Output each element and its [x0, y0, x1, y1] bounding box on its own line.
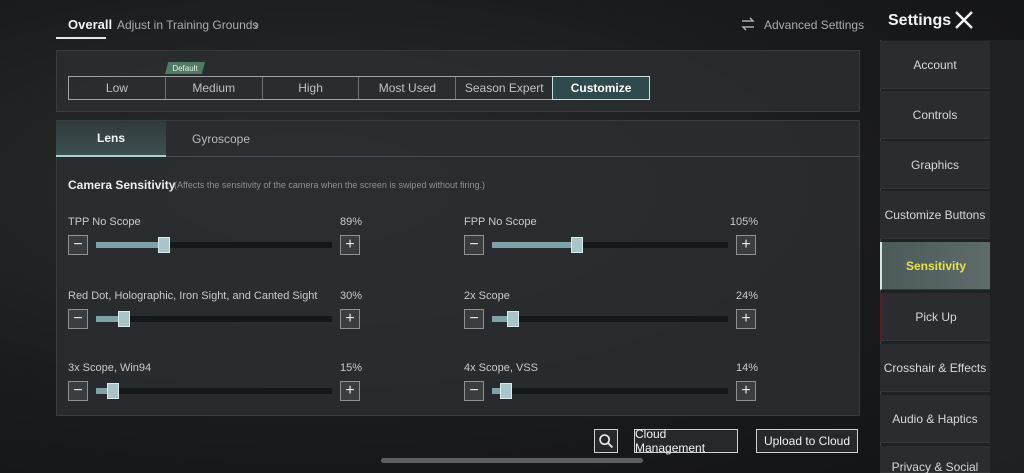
slider-value: 89%: [339, 216, 362, 228]
slider-tpp-no-scope: TPP No Scope 89% − +: [68, 216, 362, 262]
tab-overall-underline: [56, 37, 106, 39]
chevron-right-icon[interactable]: ›: [254, 16, 259, 33]
preset-low[interactable]: Low: [69, 77, 166, 99]
sidebar-item-privacy-social[interactable]: Privacy & Social: [880, 446, 990, 473]
slider-track[interactable]: [492, 383, 728, 399]
settings-title: Settings: [888, 12, 952, 29]
home-indicator: [381, 458, 643, 463]
slider-label: Red Dot, Holographic, Iron Sight, and Ca…: [68, 290, 318, 302]
slider-track[interactable]: [96, 311, 332, 327]
close-icon[interactable]: [953, 9, 975, 31]
increase-button[interactable]: +: [736, 381, 756, 401]
swap-arrows-icon[interactable]: [740, 17, 756, 31]
slider-fpp-no-scope: FPP No Scope 105% − +: [464, 216, 758, 262]
increase-button[interactable]: +: [340, 381, 360, 401]
subtab-lens[interactable]: Lens: [56, 121, 166, 157]
slider-value: 105%: [729, 216, 758, 228]
decrease-button[interactable]: −: [68, 309, 88, 329]
preset-customize[interactable]: Customize: [552, 76, 650, 100]
sidebar-item-graphics[interactable]: Graphics: [880, 141, 990, 189]
slider-thumb[interactable]: [106, 383, 119, 399]
sidebar-item-controls[interactable]: Controls: [880, 91, 990, 139]
decrease-button[interactable]: −: [464, 309, 484, 329]
slider-fill: [96, 242, 165, 248]
slider-label: TPP No Scope: [68, 216, 141, 228]
slider-value: 24%: [735, 290, 758, 302]
subtab-gyroscope[interactable]: Gyroscope: [166, 121, 276, 157]
decrease-button[interactable]: −: [464, 381, 484, 401]
cloud-management-button[interactable]: Cloud Management: [634, 427, 738, 455]
slider-value: 30%: [339, 290, 362, 302]
top-bar: Overall Adjust in Training Grounds › Adv…: [0, 0, 1024, 50]
slider-thumb[interactable]: [507, 311, 520, 327]
camera-sensitivity-title: Camera Sensitivity: [68, 178, 176, 192]
advanced-settings-link[interactable]: Advanced Settings: [764, 18, 864, 32]
preset-high[interactable]: High: [263, 77, 360, 99]
sidebar-item-customize-buttons[interactable]: Customize Buttons: [880, 191, 990, 239]
sidebar-item-audio-haptics[interactable]: Audio & Haptics: [880, 395, 990, 443]
slider-thumb[interactable]: [500, 383, 513, 399]
decrease-button[interactable]: −: [68, 235, 88, 255]
increase-button[interactable]: +: [736, 235, 756, 255]
slider-label: 3x Scope, Win94: [68, 362, 152, 374]
slider-red-dot: Red Dot, Holographic, Iron Sight, and Ca…: [68, 290, 362, 336]
slider-thumb[interactable]: [158, 237, 171, 253]
increase-button[interactable]: +: [736, 309, 756, 329]
sensitivity-presets: Low Medium High Most Used Season Expert …: [68, 76, 650, 100]
preset-medium[interactable]: Medium: [166, 77, 263, 99]
sidebar-item-pick-up[interactable]: Pick Up: [880, 293, 990, 341]
slider-label: 4x Scope, VSS: [464, 362, 538, 374]
slider-thumb[interactable]: [570, 237, 583, 253]
sidebar-item-crosshair-effects[interactable]: Crosshair & Effects: [880, 344, 990, 392]
slider-value: 14%: [735, 362, 758, 374]
tab-overall[interactable]: Overall: [68, 17, 112, 32]
tab-training-grounds[interactable]: Adjust in Training Grounds: [117, 18, 258, 32]
slider-fill: [492, 242, 577, 248]
slider-track[interactable]: [96, 237, 332, 253]
increase-button[interactable]: +: [340, 235, 360, 255]
slider-value: 15%: [339, 362, 362, 374]
decrease-button[interactable]: −: [68, 381, 88, 401]
camera-sensitivity-note: (Affects the sensitivity of the camera w…: [174, 180, 485, 190]
slider-thumb[interactable]: [118, 311, 131, 327]
slider-track[interactable]: [492, 311, 728, 327]
search-icon[interactable]: [594, 429, 618, 453]
slider-track[interactable]: [96, 383, 332, 399]
upload-to-cloud-button[interactable]: Upload to Cloud: [756, 429, 858, 453]
increase-button[interactable]: +: [340, 309, 360, 329]
slider-4x-scope: 4x Scope, VSS 14% − +: [464, 362, 758, 408]
slider-2x-scope: 2x Scope 24% − +: [464, 290, 758, 336]
sidebar-item-sensitivity[interactable]: Sensitivity: [880, 242, 990, 290]
slider-track[interactable]: [492, 237, 728, 253]
slider-label: 2x Scope: [464, 290, 510, 302]
preset-most-used[interactable]: Most Used: [359, 77, 457, 99]
sidebar-item-account[interactable]: Account: [880, 41, 990, 89]
preset-season-expert[interactable]: Season Expert: [456, 77, 554, 99]
slider-3x-scope: 3x Scope, Win94 15% − +: [68, 362, 362, 408]
decrease-button[interactable]: −: [464, 235, 484, 255]
default-badge: Default: [165, 62, 205, 74]
slider-label: FPP No Scope: [464, 216, 537, 228]
